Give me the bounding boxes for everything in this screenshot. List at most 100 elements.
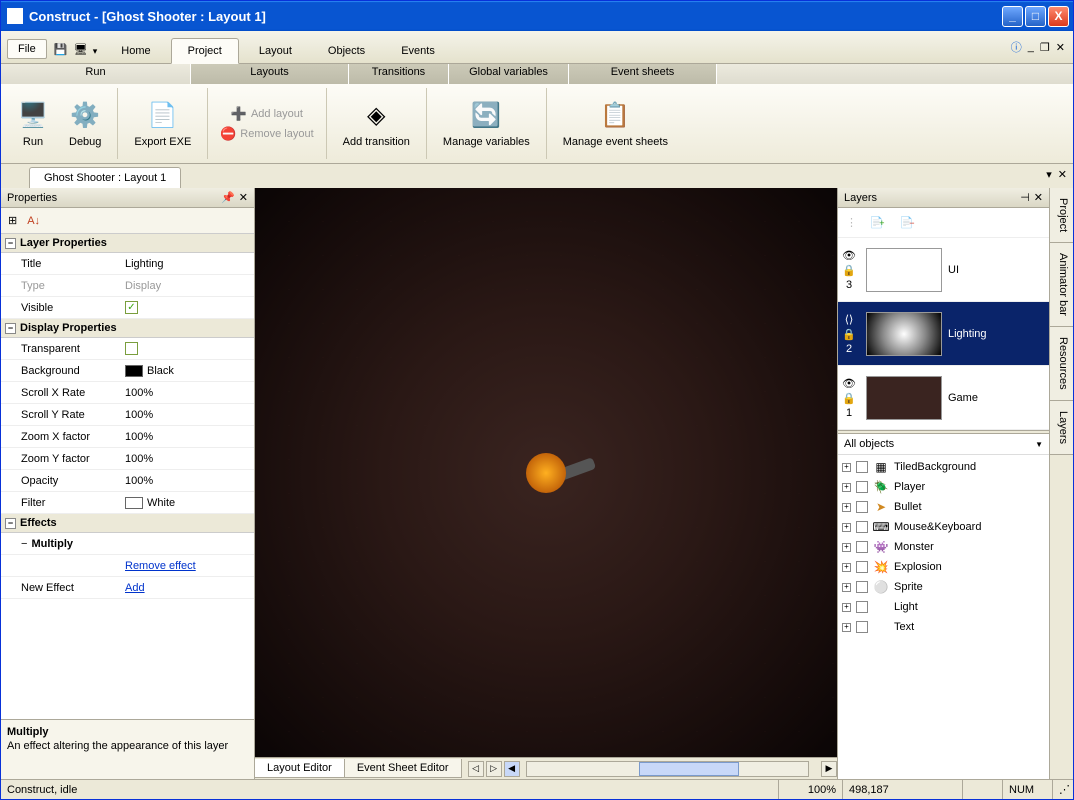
object-checkbox[interactable] <box>856 461 868 473</box>
remove-effect-link[interactable]: Remove effect <box>125 560 196 572</box>
expand-icon[interactable]: + <box>842 623 851 632</box>
debug-button[interactable]: ⚙️ Debug <box>59 96 111 152</box>
lock-icon[interactable]: 🔒 <box>842 328 856 341</box>
layout-canvas[interactable] <box>255 188 837 757</box>
transparent-checkbox[interactable] <box>125 342 138 355</box>
document-tab[interactable]: Ghost Shooter : Layout 1 <box>29 167 181 188</box>
object-item[interactable]: +➤Bullet <box>838 497 1049 517</box>
collapse-icon[interactable]: − <box>5 238 16 249</box>
monitor-icon[interactable]: 🖥 <box>73 41 89 57</box>
expand-icon[interactable]: + <box>842 583 851 592</box>
nav-prev-icon[interactable]: ▷ <box>486 761 502 777</box>
object-checkbox[interactable] <box>856 481 868 493</box>
layout-editor-tab[interactable]: Layout Editor <box>254 759 345 778</box>
tab-project[interactable]: Project <box>171 38 239 64</box>
nav-first-icon[interactable]: ◁ <box>468 761 484 777</box>
maximize-button[interactable]: □ <box>1025 6 1046 27</box>
sidetab-resources[interactable]: Resources <box>1050 327 1073 401</box>
nav-right-icon[interactable]: ▶ <box>821 761 837 777</box>
object-item[interactable]: +Text <box>838 617 1049 637</box>
doctab-dropdown-icon[interactable]: ▾ <box>1046 168 1052 181</box>
tab-objects[interactable]: Objects <box>312 39 381 63</box>
object-checkbox[interactable] <box>856 621 868 633</box>
sidetab-project[interactable]: Project <box>1050 188 1073 243</box>
tab-layout[interactable]: Layout <box>243 39 308 63</box>
eye-icon[interactable]: ⟨⟩ <box>845 313 854 326</box>
object-item[interactable]: +🪲Player <box>838 477 1049 497</box>
prop-opacity-value[interactable]: 100% <box>121 472 254 490</box>
object-checkbox[interactable] <box>856 561 868 573</box>
object-item[interactable]: +▦TiledBackground <box>838 457 1049 477</box>
tab-events[interactable]: Events <box>385 39 451 63</box>
doctab-close-icon[interactable]: ✕ <box>1058 168 1067 181</box>
prop-background-value[interactable]: Black <box>121 362 254 380</box>
mdi-close-icon[interactable]: ✕ <box>1056 41 1065 54</box>
object-checkbox[interactable] <box>856 501 868 513</box>
object-item[interactable]: +⚪Sprite <box>838 577 1049 597</box>
prop-zoomx-value[interactable]: 100% <box>121 428 254 446</box>
subtab-eventsheets[interactable]: Event sheets <box>569 64 717 84</box>
horizontal-scrollbar[interactable] <box>526 761 809 777</box>
eye-icon[interactable]: 👁 <box>842 377 856 390</box>
object-checkbox[interactable] <box>856 581 868 593</box>
sidetab-animator[interactable]: Animator bar <box>1050 243 1073 327</box>
export-exe-button[interactable]: 📄 Export EXE <box>124 96 201 152</box>
prop-title-value[interactable]: Lighting <box>121 255 254 273</box>
panel-close-icon[interactable]: ✕ <box>239 191 248 204</box>
quick-dropdown-icon[interactable]: ▾ <box>93 46 98 57</box>
objects-dropdown[interactable]: All objects ▼ <box>838 434 1049 455</box>
remove-layout-button[interactable]: ⛔ Remove layout <box>214 124 319 144</box>
object-item[interactable]: +Light <box>838 597 1049 617</box>
object-item[interactable]: +💥Explosion <box>838 557 1049 577</box>
collapse-icon[interactable]: − <box>21 538 27 550</box>
lock-icon[interactable]: 🔒 <box>842 392 856 405</box>
lock-icon[interactable]: 🔒 <box>842 264 856 277</box>
expand-icon[interactable]: + <box>842 563 851 572</box>
minimize-button[interactable]: _ <box>1002 6 1023 27</box>
expand-icon[interactable]: + <box>842 463 851 472</box>
pin-icon[interactable]: ⊣ <box>1020 191 1030 204</box>
subtab-layouts[interactable]: Layouts <box>191 64 349 84</box>
file-menu[interactable]: File <box>7 39 47 59</box>
expand-icon[interactable]: + <box>842 603 851 612</box>
add-effect-link[interactable]: Add <box>125 582 145 594</box>
manage-variables-button[interactable]: 🔄 Manage variables <box>433 96 540 152</box>
prop-filter-value[interactable]: White <box>121 494 254 512</box>
layer-item-game[interactable]: 👁🔒1 Game <box>838 366 1049 430</box>
run-button[interactable]: 🖥️ Run <box>7 96 59 152</box>
add-layer-icon[interactable]: 📄+ <box>867 214 887 232</box>
manage-event-sheets-button[interactable]: 📋 Manage event sheets <box>553 96 678 152</box>
add-transition-button[interactable]: ◈ Add transition <box>333 96 420 152</box>
object-checkbox[interactable] <box>856 541 868 553</box>
save-icon[interactable]: 💾 <box>53 41 69 57</box>
subtab-globals[interactable]: Global variables <box>449 64 569 84</box>
collapse-icon[interactable]: − <box>5 323 16 334</box>
close-button[interactable]: X <box>1048 6 1069 27</box>
eye-icon[interactable]: 👁 <box>842 249 856 262</box>
expand-icon[interactable]: + <box>842 503 851 512</box>
object-item[interactable]: +⌨Mouse&Keyboard <box>838 517 1049 537</box>
categorized-icon[interactable]: ⊞ <box>5 211 20 230</box>
panel-close-icon[interactable]: ✕ <box>1034 191 1043 204</box>
add-layout-button[interactable]: ➕ Add layout <box>214 104 319 124</box>
layer-item-lighting[interactable]: ⟨⟩🔒2 Lighting <box>838 302 1049 366</box>
layer-item-ui[interactable]: 👁🔒3 UI <box>838 238 1049 302</box>
help-icon[interactable]: ⓘ <box>1011 39 1022 55</box>
collapse-icon[interactable]: − <box>5 518 16 529</box>
object-checkbox[interactable] <box>856 601 868 613</box>
object-item[interactable]: +👾Monster <box>838 537 1049 557</box>
remove-layer-icon[interactable]: 📄− <box>897 214 917 232</box>
mdi-restore-icon[interactable]: ❐ <box>1040 41 1050 54</box>
visible-checkbox[interactable]: ✓ <box>125 301 138 314</box>
prop-zoomy-value[interactable]: 100% <box>121 450 254 468</box>
subtab-transitions[interactable]: Transitions <box>349 64 449 84</box>
resize-grip-icon[interactable]: ⋰ <box>1053 780 1073 799</box>
pin-icon[interactable]: 📌 <box>221 191 235 204</box>
tab-home[interactable]: Home <box>105 39 166 63</box>
expand-icon[interactable]: + <box>842 523 851 532</box>
subtab-run[interactable]: Run <box>1 64 191 84</box>
prop-scrolly-value[interactable]: 100% <box>121 406 254 424</box>
object-checkbox[interactable] <box>856 521 868 533</box>
alphabetical-icon[interactable]: A↓ <box>24 212 43 230</box>
prop-scrollx-value[interactable]: 100% <box>121 384 254 402</box>
